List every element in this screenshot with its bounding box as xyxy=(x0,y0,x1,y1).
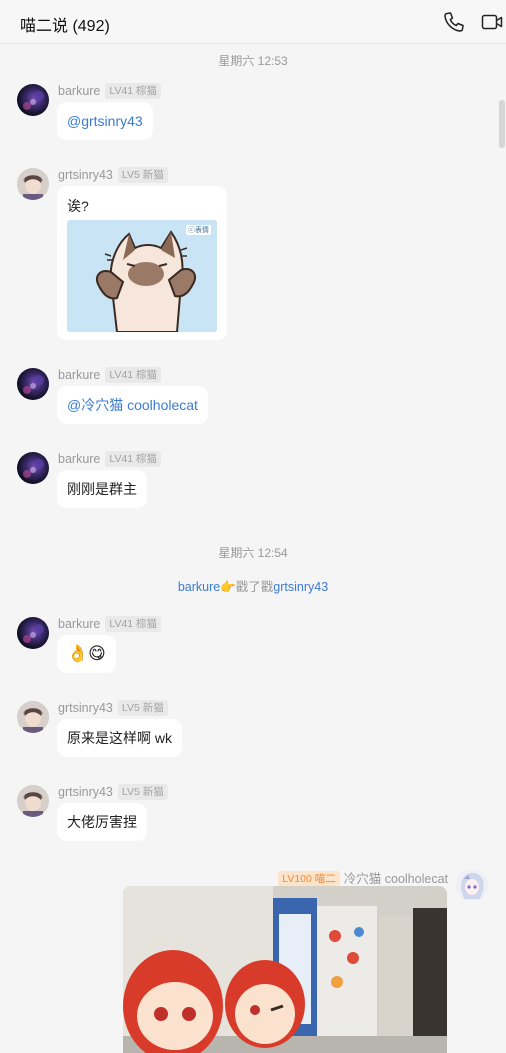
chat-title: 喵二说 (492) xyxy=(20,18,110,35)
mention-link[interactable]: @grtsinry43 xyxy=(67,113,143,129)
avatar[interactable] xyxy=(17,368,49,400)
avatar[interactable] xyxy=(17,701,49,733)
sender-name[interactable]: barkure xyxy=(58,452,100,466)
sender-name[interactable]: grtsinry43 xyxy=(58,785,113,799)
level-badge: LV5 新猫 xyxy=(117,700,168,716)
level-badge: LV41 棕猫 xyxy=(105,616,162,632)
poke-target[interactable]: grtsinry43 xyxy=(273,580,328,594)
phone-call-icon[interactable] xyxy=(442,10,466,34)
message-text: 诶? xyxy=(67,198,89,214)
sender-line: LV100 喵二 冷穴猫 coolholecat xyxy=(278,868,448,887)
message-bubble[interactable]: 原来是这样啊 wk xyxy=(57,719,182,757)
sender-name[interactable]: grtsinry43 xyxy=(58,701,113,715)
emoji-message: 👌😋 xyxy=(67,644,106,663)
message-text: 刚刚是群主 xyxy=(67,481,137,497)
sender-line: barkure LV41 棕猫 xyxy=(58,451,162,467)
sender-name[interactable]: barkure xyxy=(58,617,100,631)
poke-action: 👉戳了戳 xyxy=(220,580,274,594)
sender-line: barkure LV41 棕猫 xyxy=(58,616,162,632)
avatar[interactable] xyxy=(456,869,488,901)
sender-name[interactable]: 冷穴猫 coolholecat xyxy=(344,872,448,886)
photo-image[interactable] xyxy=(123,886,447,1053)
level-badge: LV5 新猫 xyxy=(117,167,168,183)
avatar[interactable] xyxy=(17,617,49,649)
timestamp: 星期六 12:54 xyxy=(218,546,288,560)
sender-line: barkure LV41 棕猫 xyxy=(58,367,162,383)
message-bubble[interactable]: 诶? ⓒ表情 xyxy=(57,186,227,340)
message-text: 大佬厉害捏 xyxy=(67,814,137,830)
message-bubble[interactable]: 👌😋 xyxy=(57,635,116,673)
sender-line: grtsinry43 LV5 新猫 xyxy=(58,784,168,800)
avatar[interactable] xyxy=(17,84,49,116)
sender-name[interactable]: barkure xyxy=(58,368,100,382)
sender-name[interactable]: grtsinry43 xyxy=(58,168,113,182)
sender-line: grtsinry43 LV5 新猫 xyxy=(58,700,168,716)
timestamp: 星期六 12:53 xyxy=(218,54,288,68)
message-bubble[interactable]: @冷穴猫 coolholecat xyxy=(57,386,208,424)
video-call-icon[interactable] xyxy=(480,10,504,34)
message-bubble[interactable]: 刚刚是群主 xyxy=(57,470,147,508)
sender-line: barkure LV41 棕猫 xyxy=(58,83,162,99)
sender-line: grtsinry43 LV5 新猫 xyxy=(58,167,168,183)
message-text: 原来是这样啊 wk xyxy=(67,730,172,746)
message-bubble[interactable]: 大佬厉害捏 xyxy=(57,803,147,841)
scrollbar-thumb[interactable] xyxy=(499,100,505,148)
sender-name[interactable]: barkure xyxy=(58,84,100,98)
avatar[interactable] xyxy=(17,785,49,817)
avatar[interactable] xyxy=(17,452,49,484)
chat-header: 喵二说 (492) xyxy=(0,0,506,44)
avatar[interactable] xyxy=(17,168,49,200)
level-badge: LV41 棕猫 xyxy=(105,367,162,383)
level-badge: LV100 喵二 xyxy=(278,871,340,887)
poke-actor[interactable]: barkure xyxy=(178,580,220,594)
sticker-watermark: ⓒ表情 xyxy=(186,225,211,235)
mention-link[interactable]: @冷穴猫 coolholecat xyxy=(67,395,198,415)
level-badge: LV5 新猫 xyxy=(117,784,168,800)
message-bubble[interactable]: @grtsinry43 xyxy=(57,102,153,140)
level-badge: LV41 棕猫 xyxy=(105,83,162,99)
sticker-image[interactable]: ⓒ表情 xyxy=(67,220,217,332)
level-badge: LV41 棕猫 xyxy=(105,451,162,467)
poke-notice: barkure👉戳了戳grtsinry43 xyxy=(0,576,506,595)
